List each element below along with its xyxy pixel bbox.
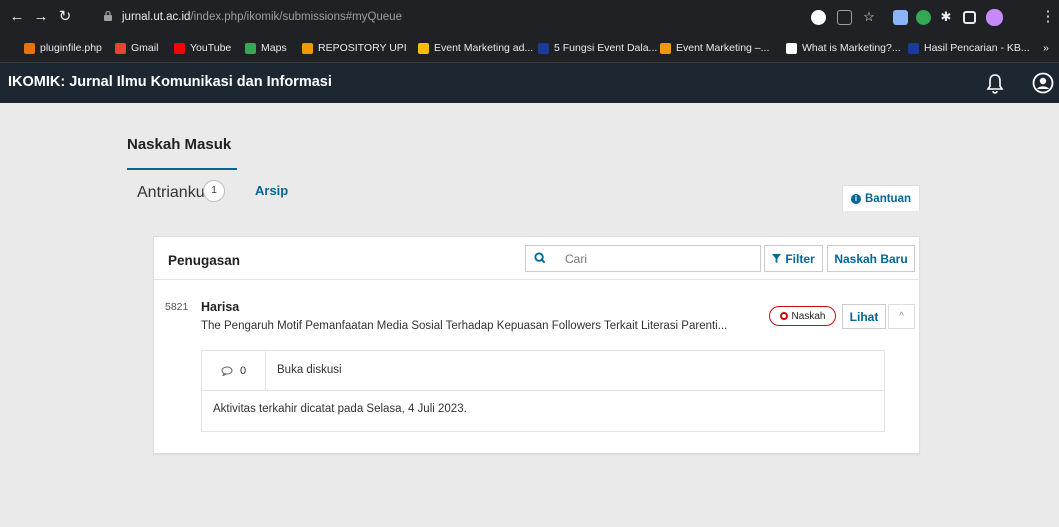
more-bookmarks-icon[interactable]: » [1043, 42, 1049, 54]
filter-funnel-icon [772, 254, 782, 263]
view-button[interactable]: Lihat [842, 304, 886, 329]
grammarly-icon[interactable] [916, 10, 931, 25]
submission-id: 5821 [165, 301, 189, 313]
tab-archive[interactable]: Arsip [255, 183, 288, 198]
bookmark-what-is-marketing[interactable]: What is Marketing?... [786, 42, 901, 54]
bookmark-favicon [786, 42, 797, 54]
panel-title: Penugasan [168, 253, 241, 268]
bookmark-favicon [908, 42, 919, 54]
filter-label: Filter [785, 251, 815, 266]
submission-details: 0 Buka diskusi Aktivitas terkahir dicata… [201, 350, 885, 432]
stage-badge: Naskah [769, 306, 836, 326]
sidepanel-icon[interactable] [963, 11, 976, 24]
search-button[interactable] [525, 245, 555, 272]
bookmarks-bar: pluginfile.php Gmail YouTube Maps REPOSI… [0, 35, 1059, 63]
filter-button[interactable]: Filter [764, 245, 823, 272]
bookmark-favicon [660, 42, 671, 54]
profile-avatar[interactable] [986, 9, 1003, 26]
bookmark-event-marketing[interactable]: Event Marketing ad... [418, 42, 533, 54]
new-submission-button[interactable]: Naskah Baru [827, 245, 915, 272]
bookmark-event-marketing-2[interactable]: Event Marketing –... [660, 42, 769, 54]
bookmark-youtube[interactable]: YouTube [174, 42, 231, 54]
open-discussion-link[interactable]: Buka diskusi [277, 364, 342, 376]
tab-label: Antrianku [137, 184, 205, 201]
panel-header: Penugasan Filter Naskah Baru [154, 237, 919, 280]
page-title: Naskah Masuk [127, 136, 232, 153]
user-account-icon[interactable] [1032, 72, 1054, 94]
help-button[interactable]: i Bantuan [842, 185, 920, 211]
maps-icon [245, 42, 256, 54]
star-icon[interactable]: ☆ [860, 8, 878, 26]
share-icon[interactable] [837, 10, 852, 25]
submissions-panel: Penugasan Filter Naskah Baru 5821 Harisa… [153, 236, 920, 454]
bookmark-repository-upi[interactable]: REPOSITORY UPI [302, 42, 407, 54]
bookmark-favicon [302, 42, 313, 54]
bookmark-pluginfile[interactable]: pluginfile.php [24, 42, 102, 54]
puzzle-icon[interactable]: ✱ [937, 8, 955, 26]
tab-my-queue[interactable]: Antrianku 1 [127, 168, 237, 208]
submission-title[interactable]: The Pengaruh Motif Pemanfaatan Media Sos… [201, 320, 761, 332]
stage-circle-icon [779, 312, 788, 320]
bookmark-hasil-pencarian[interactable]: Hasil Pencarian - KB... [908, 42, 1030, 54]
help-label: Bantuan [865, 192, 911, 205]
extension-icon[interactable] [893, 10, 908, 25]
bookmark-favicon [418, 42, 429, 54]
bookmark-favicon [538, 42, 549, 54]
last-activity: Aktivitas terkahir dicatat pada Selasa, … [213, 403, 467, 415]
discussion-count-value: 0 [239, 365, 247, 377]
browser-toolbar: ← → ↻ jurnal.ut.ac.id/index.php/ikomik/s… [0, 0, 1059, 35]
discussion-count: 0 [202, 351, 266, 391]
search-input[interactable] [554, 245, 761, 272]
queue-count-badge: 1 [203, 180, 225, 202]
bookmark-gmail[interactable]: Gmail [115, 42, 158, 54]
site-header: IKOMIK: Jurnal Ilmu Komunikasi dan Infor… [0, 63, 1059, 103]
menu-kebab-icon[interactable]: ⋮ [1039, 8, 1057, 26]
youtube-icon [174, 42, 185, 54]
discussion-row: 0 Buka diskusi [202, 351, 884, 391]
reload-icon[interactable]: ↻ [56, 8, 74, 26]
google-icon[interactable] [811, 10, 826, 25]
gmail-icon [115, 42, 126, 54]
search-icon [534, 252, 546, 264]
lock-icon [104, 10, 112, 21]
comment-icon [221, 366, 233, 376]
bookmark-favicon [24, 42, 35, 54]
collapse-chevron-up-icon[interactable]: ^ [888, 304, 915, 329]
journal-title[interactable]: IKOMIK: Jurnal Ilmu Komunikasi dan Infor… [8, 74, 332, 90]
url-text: jurnal.ut.ac.id/index.php/ikomik/submiss… [122, 11, 402, 23]
submission-author[interactable]: Harisa [201, 300, 239, 314]
bookmark-maps[interactable]: Maps [245, 42, 287, 54]
info-icon: i [851, 193, 861, 204]
forward-arrow-icon[interactable]: → [32, 8, 50, 26]
bookmark-5-fungsi[interactable]: 5 Fungsi Event Dala... [538, 42, 657, 54]
stage-label: Naskah [791, 310, 826, 322]
back-arrow-icon[interactable]: ← [8, 8, 26, 26]
bell-icon[interactable] [986, 72, 1004, 94]
